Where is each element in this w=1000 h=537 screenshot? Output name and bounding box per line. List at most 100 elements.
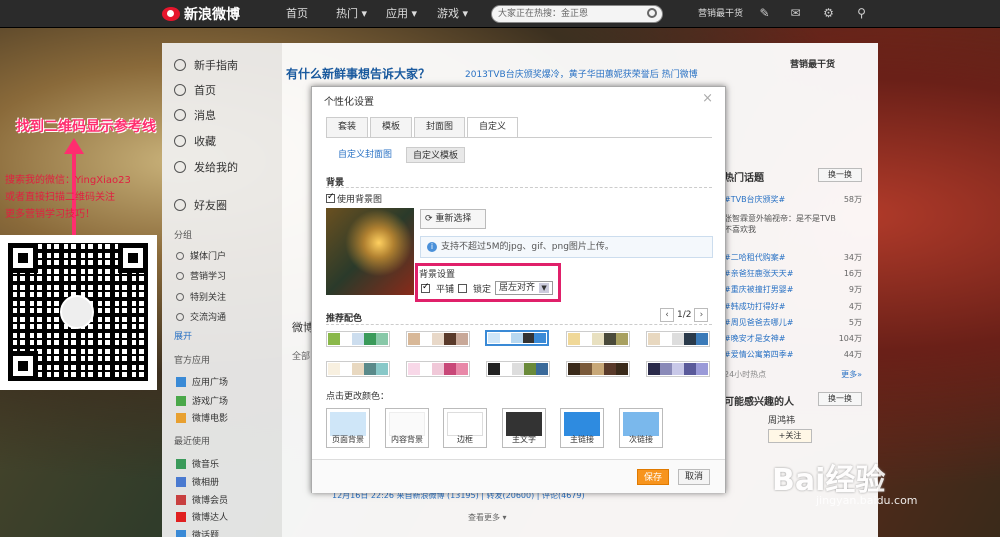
tile-checkbox[interactable]	[421, 282, 430, 293]
color-scheme[interactable]	[646, 361, 710, 377]
save-button[interactable]: 保存	[637, 469, 669, 485]
sidebar-label: 消息	[194, 109, 216, 122]
color-box-label: 边框	[457, 435, 473, 444]
tab-suite[interactable]: 套装	[326, 117, 369, 137]
dialog-title: 个性化设置	[324, 97, 374, 108]
close-icon[interactable]: ×	[702, 91, 713, 106]
group-label-text: 媒体门户	[190, 252, 227, 262]
cancel-button[interactable]: 取消	[678, 469, 710, 485]
color-section-title: 推荐配色	[326, 314, 363, 324]
lock-checkbox[interactable]	[458, 283, 468, 293]
next-icon[interactable]: ›	[694, 308, 709, 322]
topic-link[interactable]: #周见爸爸去哪儿#	[724, 317, 793, 328]
recent-item[interactable]: 微相册	[176, 475, 219, 488]
topic-link[interactable]: 张智霖意外输视帝：是不是TVB不喜欢我	[724, 213, 842, 235]
promo-line: 或者直接扫描二维码关注	[5, 192, 115, 203]
topic-link[interactable]: #TVB台庆颁奖#	[724, 194, 785, 205]
search-icon[interactable]	[647, 8, 657, 18]
suggest-user[interactable]: 周鸿祎	[768, 413, 795, 426]
lock-icon[interactable]: ⚲	[855, 7, 868, 20]
recent-item[interactable]: 微音乐	[176, 457, 219, 470]
sidebar-item-guide[interactable]: 新手指南	[174, 57, 238, 73]
color-scheme[interactable]	[646, 331, 710, 347]
topic-link[interactable]: #晚安才是女神#	[724, 333, 785, 344]
group-item[interactable]: 特别关注	[176, 290, 226, 303]
edit-icon[interactable]: ✎	[758, 7, 771, 20]
nav-apps[interactable]: 应用 ▾	[386, 0, 417, 28]
color-scheme[interactable]	[326, 331, 390, 347]
color-box-label: 页面背景	[332, 435, 364, 444]
prev-icon[interactable]: ‹	[660, 308, 674, 322]
subtab-custom-template[interactable]: 自定义模板	[406, 147, 466, 163]
bg-setting-row: 平铺 锁定 居左对齐▼	[421, 281, 554, 295]
tab-cover[interactable]: 封面图	[414, 117, 466, 137]
color-box-main-text[interactable]: 主文字	[502, 408, 546, 448]
app-icon	[176, 458, 186, 469]
tab-custom[interactable]: 自定义	[467, 117, 519, 138]
color-scheme-selected[interactable]	[485, 330, 549, 346]
sidebar-item-friends[interactable]: 好友圈	[174, 197, 227, 213]
star-icon	[174, 135, 186, 147]
recent-item[interactable]: 微博达人	[176, 510, 228, 523]
color-box-label: 次链接	[629, 435, 653, 444]
app-item[interactable]: 应用广场	[176, 375, 228, 388]
color-box-label: 主文字	[512, 435, 536, 444]
nav-games[interactable]: 游戏 ▾	[437, 0, 468, 28]
topic-link[interactable]: #二哈租代购案#	[724, 252, 785, 263]
group-item[interactable]: 交流沟通	[176, 310, 226, 323]
color-scheme[interactable]	[486, 361, 550, 377]
username-link[interactable]: 营销最干货	[698, 0, 743, 28]
switch-button[interactable]: 换一换	[818, 392, 862, 406]
mail-icon[interactable]: ✉	[789, 7, 802, 20]
app-item[interactable]: 微博电影	[176, 411, 228, 424]
color-box-page-bg[interactable]: 页面背景	[326, 408, 370, 448]
profile-name[interactable]: 营销最干货	[790, 57, 835, 70]
color-box-sub-link[interactable]: 次链接	[619, 408, 663, 448]
subtab-custom-cover[interactable]: 自定义封面图	[332, 147, 398, 163]
sidebar-item-favorites[interactable]: 收藏	[174, 133, 216, 149]
use-bg-checkbox[interactable]: 使用背景图	[326, 192, 382, 205]
color-box-border[interactable]: 边框	[443, 408, 487, 448]
see-more-button[interactable]: 查看更多 ▾	[468, 512, 507, 523]
color-scheme[interactable]	[326, 361, 390, 377]
group-item[interactable]: 营销学习	[176, 269, 226, 282]
color-scheme[interactable]	[566, 331, 630, 347]
color-scheme[interactable]	[406, 331, 470, 347]
topic-link[interactable]: #重庆被撞打男婴#	[724, 284, 793, 295]
topic-link[interactable]: #爱情公寓第四季#	[724, 349, 793, 360]
topic-link[interactable]: #亲爸狂鹿张天天#	[724, 268, 793, 279]
sidebar-item-sent-to-me[interactable]: 发给我的	[174, 159, 238, 175]
follow-button[interactable]: +关注	[768, 429, 812, 443]
gear-icon[interactable]: ⚙	[822, 7, 835, 20]
nav-home[interactable]: 首页	[286, 0, 308, 28]
topic-count: 104万	[838, 334, 862, 343]
sidebar-item-messages[interactable]: 消息	[174, 107, 216, 123]
checkbox-checked-icon[interactable]	[326, 192, 335, 203]
weibo-logo[interactable]: 新浪微博	[162, 4, 240, 24]
app-item[interactable]: 游戏广场	[176, 394, 228, 407]
align-value: 居左对齐	[499, 283, 536, 293]
bg-preview-image	[326, 208, 414, 295]
search-input[interactable]: 大家正在热搜：金正恩	[491, 5, 663, 23]
align-select[interactable]: 居左对齐 ▼	[495, 281, 554, 295]
hot24-link[interactable]: 24小时热点	[724, 369, 766, 380]
color-scheme[interactable]	[566, 361, 630, 377]
topic-link[interactable]: #韩成功打得好#	[724, 301, 785, 312]
nav-hot[interactable]: 热门 ▾	[336, 0, 367, 28]
more-link[interactable]: 更多»	[841, 369, 862, 380]
sidebar-item-home[interactable]: 首页	[174, 82, 216, 98]
switch-button[interactable]: 换一换	[818, 168, 862, 182]
tab-template[interactable]: 模板	[370, 117, 413, 137]
hot-topic-link[interactable]: 2013TVB台庆颁奖爆冷，黄子华田蕙妮获荣誉后 热门微博	[465, 67, 698, 80]
qr-logo-icon	[60, 295, 94, 329]
color-box-content-bg[interactable]: 内容背景	[385, 408, 429, 448]
color-box-main-link[interactable]: 主链接	[560, 408, 604, 448]
home-icon	[174, 84, 186, 96]
group-item[interactable]: 媒体门户	[176, 249, 226, 262]
recent-item[interactable]: 微博会员	[176, 493, 228, 506]
tab-all[interactable]: 全部	[292, 349, 310, 362]
recent-item[interactable]: 微话题	[176, 528, 219, 537]
expand-link[interactable]: 展开	[174, 329, 192, 342]
reselect-button[interactable]: ⟳ 重新选择	[420, 209, 486, 229]
color-scheme[interactable]	[406, 361, 470, 377]
